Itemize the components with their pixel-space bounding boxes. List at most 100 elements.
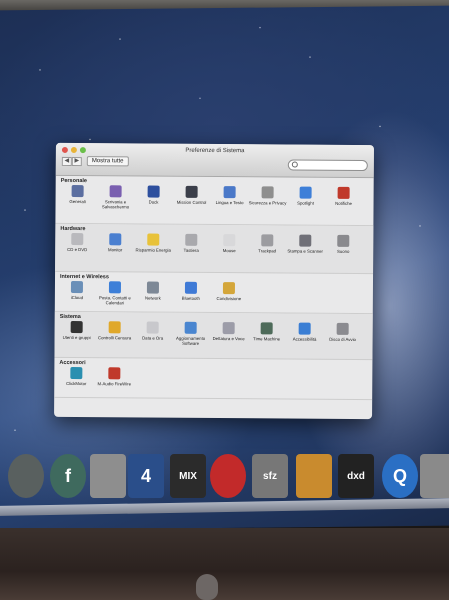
window-title: Preferenze di Sistema bbox=[185, 147, 245, 155]
accessibility-icon bbox=[298, 322, 311, 335]
printer-icon bbox=[299, 234, 312, 247]
pane-label: Aggiornamento Software bbox=[176, 335, 206, 346]
m-audio-icon bbox=[108, 367, 121, 380]
pane-row: Utenti e gruppi Controlli Censura Data e O… bbox=[55, 321, 373, 347]
icloud-icon bbox=[70, 281, 83, 294]
pane-users[interactable]: Utenti e gruppi bbox=[58, 321, 96, 345]
pane-label: Accessibilità bbox=[292, 336, 317, 342]
pane-startup-disk[interactable]: Disco di Avvio bbox=[324, 322, 362, 347]
pane-label: Stampa e Scanner bbox=[287, 248, 324, 254]
pane-label: Generali bbox=[69, 198, 86, 205]
search-icon bbox=[291, 161, 298, 168]
dock: f 4 MIX sfz dxd Q bbox=[0, 452, 449, 528]
pane-bluetooth[interactable]: Bluetooth bbox=[172, 281, 210, 306]
pane-general[interactable]: Generali bbox=[58, 185, 96, 209]
garageband-dock-icon[interactable] bbox=[296, 454, 332, 498]
software-update-icon bbox=[184, 321, 197, 334]
pane-label: Risparmio Energia bbox=[135, 247, 171, 253]
pane-label: Data e Ora bbox=[142, 335, 164, 341]
sfz-dock-icon[interactable]: sfz bbox=[252, 454, 288, 498]
pane-label: Trackpad bbox=[258, 248, 277, 254]
pane-row: CD e DVD Monitor Risparmio Energia Tastiera… bbox=[55, 233, 373, 254]
date-time-icon bbox=[146, 321, 159, 334]
pane-row: ClickMotor M-Audio FireWire bbox=[54, 366, 372, 388]
section-internet-e-wireless: Internet e Wireless iCloud Posta, Contatti… bbox=[54, 271, 374, 315]
pane-row: Generali Scrivania e Salvaschermo Dock Miss… bbox=[55, 185, 373, 211]
pane-time-machine[interactable]: Time Machine bbox=[248, 322, 286, 346]
pane-label: Dettatura e Voce bbox=[212, 335, 245, 342]
pane-cd-dvd[interactable]: CD e DVD bbox=[58, 233, 96, 252]
energy-icon bbox=[147, 233, 160, 246]
pane-label: Suono bbox=[336, 248, 350, 254]
pane-label: M-Audio FireWire bbox=[97, 381, 132, 387]
trackpad-icon bbox=[261, 234, 274, 247]
pane-clickmotor[interactable]: ClickMotor bbox=[57, 366, 95, 386]
pane-security[interactable]: Sicurezza e Privacy bbox=[248, 186, 286, 210]
pane-sound[interactable]: Suono bbox=[324, 234, 362, 254]
pane-label: Condivisione bbox=[216, 296, 242, 302]
section-hardware: Hardware CD e DVD Monitor Risparmio Energia… bbox=[55, 223, 374, 275]
font-app-dock-icon[interactable]: f bbox=[50, 454, 86, 498]
dock-icon bbox=[147, 185, 160, 198]
pane-label: Monitor bbox=[108, 247, 123, 253]
notifications-icon bbox=[337, 186, 350, 199]
dock-shelf bbox=[0, 498, 449, 516]
pane-accessibility[interactable]: Accessibilità bbox=[286, 322, 324, 347]
back-button[interactable]: ◀ bbox=[61, 156, 72, 167]
forward-button[interactable]: ▶ bbox=[71, 157, 82, 167]
search-field[interactable] bbox=[287, 159, 368, 172]
pane-printer[interactable]: Stampa e Scanner bbox=[286, 234, 324, 254]
time-machine-dock-icon[interactable] bbox=[8, 454, 44, 498]
pane-label: Sicurezza e Privacy bbox=[248, 200, 287, 206]
pane-icloud[interactable]: iCloud bbox=[58, 281, 96, 305]
pane-label: Lingua e Testo bbox=[215, 200, 244, 206]
prefs-dock-icon[interactable] bbox=[420, 454, 449, 498]
pane-keyboard[interactable]: Tastiera bbox=[172, 233, 210, 253]
pane-dictation[interactable]: Dettatura e Voce bbox=[210, 322, 248, 346]
pane-label: Controlli Censura bbox=[97, 335, 132, 341]
mp4-dock-icon[interactable]: 4 bbox=[128, 454, 164, 498]
mix-dock-icon[interactable]: MIX bbox=[170, 454, 206, 498]
pane-mission-control[interactable]: Mission Control bbox=[172, 185, 210, 210]
parental-controls-icon bbox=[108, 321, 121, 334]
section-accessori: Accessori ClickMotor M-Audio FireWire bbox=[54, 357, 373, 401]
pane-m-audio[interactable]: M-Audio FireWire bbox=[95, 367, 133, 386]
pane-label: Scrivania e Salvaschermo bbox=[101, 199, 130, 210]
pane-desktop[interactable]: Scrivania e Salvaschermo bbox=[96, 185, 134, 209]
pane-monitor[interactable]: Monitor bbox=[96, 233, 134, 252]
utility-dock-icon[interactable] bbox=[90, 454, 126, 498]
quicktime-dock-icon[interactable]: Q bbox=[382, 454, 418, 498]
pane-mail-contacts[interactable]: Posta, Contatti e Calendari bbox=[96, 281, 134, 305]
pane-date-time[interactable]: Data e Ora bbox=[134, 321, 172, 345]
pane-label: Bluetooth bbox=[181, 295, 200, 301]
pane-energy[interactable]: Risparmio Energia bbox=[134, 233, 172, 253]
general-icon bbox=[71, 185, 84, 198]
pane-label: Mission Control bbox=[176, 199, 207, 205]
show-all-button[interactable]: Mostra tutte bbox=[86, 156, 129, 167]
users-icon bbox=[70, 321, 83, 334]
pane-label: Utenti e gruppi bbox=[62, 334, 91, 341]
dictation-icon bbox=[222, 322, 235, 335]
pane-label: Mouse bbox=[222, 248, 236, 254]
monitor-icon bbox=[109, 233, 122, 246]
pane-dock[interactable]: Dock bbox=[134, 185, 172, 209]
pane-language[interactable]: Lingua e Testo bbox=[210, 186, 248, 210]
section-sistema: Sistema Utenti e gruppi Controlli Censura D… bbox=[54, 311, 373, 361]
pane-row: iCloud Posta, Contatti e Calendari Network… bbox=[55, 281, 373, 307]
pane-network[interactable]: Network bbox=[134, 281, 172, 305]
pane-notifications[interactable]: Notifiche bbox=[324, 186, 362, 211]
pane-label: Network bbox=[144, 295, 161, 301]
pane-parental-controls[interactable]: Controlli Censura bbox=[96, 321, 134, 345]
mission-control-icon bbox=[185, 185, 198, 198]
pane-sharing[interactable]: Condivisione bbox=[210, 282, 248, 306]
dxd-dock-icon[interactable]: dxd bbox=[338, 454, 374, 498]
knob-dock-icon[interactable] bbox=[210, 454, 246, 498]
time-machine-icon bbox=[260, 322, 273, 335]
pane-trackpad[interactable]: Trackpad bbox=[248, 234, 286, 253]
desktop-icon bbox=[109, 185, 122, 198]
pane-label: Dock bbox=[148, 199, 159, 205]
pane-spotlight[interactable]: Spotlight bbox=[286, 186, 324, 211]
pane-label: Disco di Avvio bbox=[329, 336, 356, 342]
pane-mouse[interactable]: Mouse bbox=[210, 234, 248, 253]
pane-software-update[interactable]: Aggiornamento Software bbox=[172, 321, 210, 346]
